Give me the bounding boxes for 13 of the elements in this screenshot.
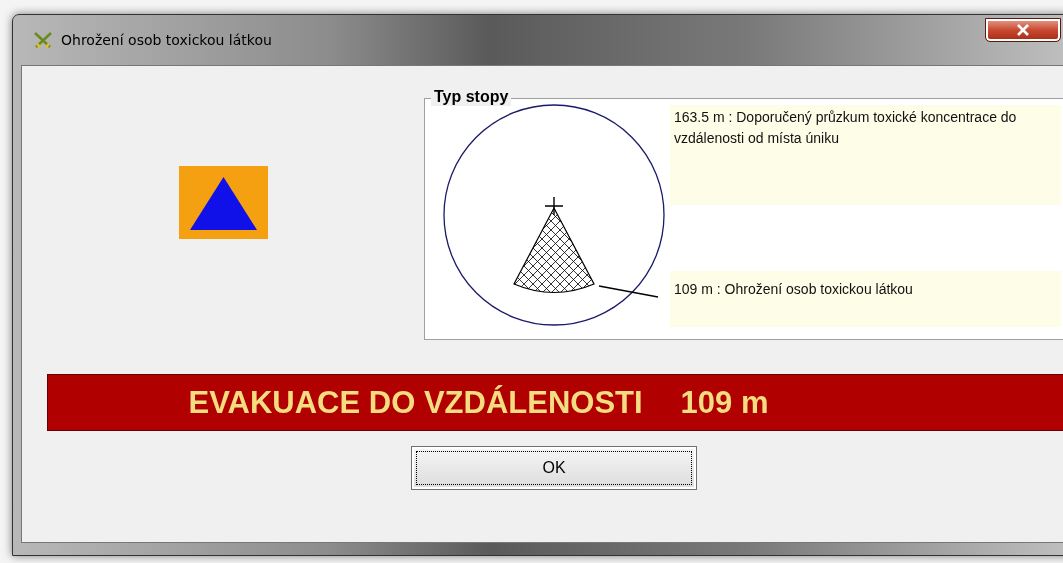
evacuation-distance: 109 m bbox=[680, 384, 769, 421]
zone-label: 109 m : Ohrožení osob toxickou látkou bbox=[670, 271, 1061, 327]
evacuation-label: EVAKUACE DO VZDÁLENOSTI bbox=[188, 384, 643, 421]
ok-button[interactable]: OK bbox=[411, 446, 697, 490]
window-title: Ohrožení osob toxickou látkou bbox=[61, 32, 272, 48]
close-button[interactable] bbox=[985, 18, 1061, 42]
close-icon bbox=[1016, 24, 1030, 36]
source-marker bbox=[544, 196, 564, 216]
civil-protection-icon bbox=[178, 166, 268, 239]
group-title: Typ stopy bbox=[431, 88, 512, 106]
zone-label: 163.5 m : Doporučený průzkum toxické koncentrace do vzdálenosti od místa úniku bbox=[670, 105, 1061, 205]
crossed-swords-icon bbox=[33, 31, 53, 49]
leader-line bbox=[598, 285, 659, 298]
